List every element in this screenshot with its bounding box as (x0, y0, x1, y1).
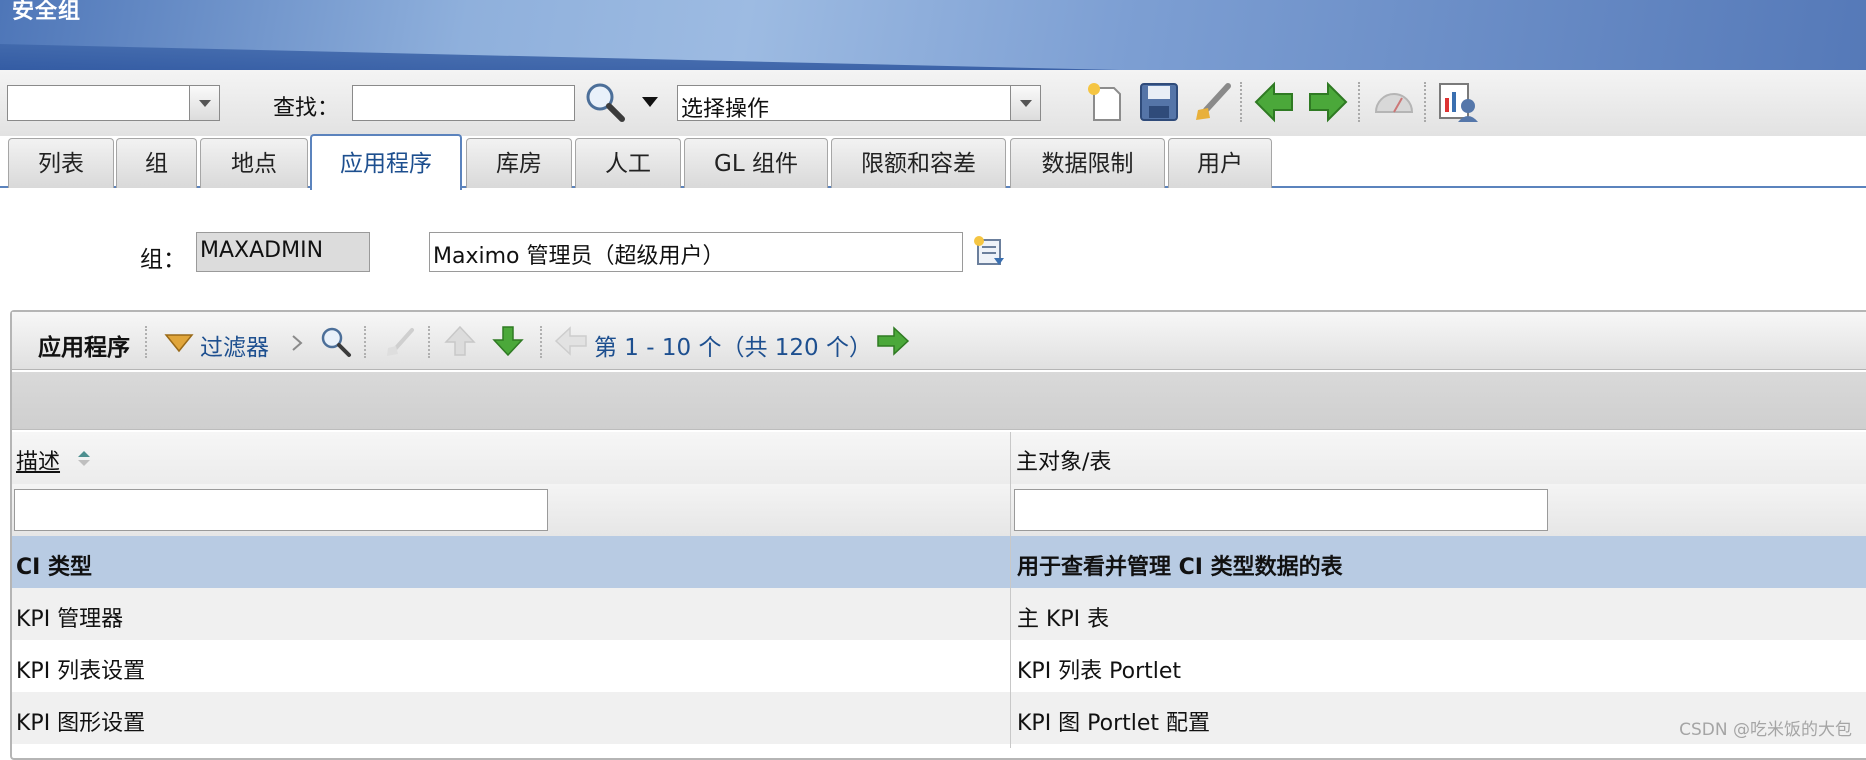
find-input[interactable] (352, 85, 575, 121)
tab-labor[interactable]: 人工 (575, 138, 681, 188)
select-action-dropdown[interactable]: 选择操作 (677, 85, 1041, 122)
detail-menu-icon[interactable] (972, 234, 1006, 268)
arrow-up-icon (444, 325, 476, 356)
cell-description: KPI 图形设置 (16, 711, 146, 736)
tab-storerooms[interactable]: 库房 (466, 138, 572, 188)
toolbar-separator (145, 326, 147, 358)
tab-applications[interactable]: 应用程序 (310, 134, 462, 190)
table-row[interactable]: KPI 列表设置 KPI 列表 Portlet (12, 640, 1866, 692)
toolbar-separator (1424, 82, 1426, 122)
filter-icon[interactable] (164, 332, 194, 354)
clear-icon[interactable] (1190, 80, 1234, 124)
save-icon[interactable] (1137, 80, 1181, 124)
table-row[interactable]: CI 类型 用于查看并管理 CI 类型数据的表 (12, 536, 1866, 588)
search-icon[interactable] (583, 80, 627, 124)
cell-main-object: KPI 列表 Portlet (1017, 659, 1182, 684)
select-action-value: 选择操作 (681, 97, 770, 122)
new-record-icon[interactable] (1084, 80, 1128, 124)
chevron-down-icon[interactable] (640, 92, 660, 112)
column-header-main-object[interactable]: 主对象/表 (1011, 432, 1866, 484)
tab-users[interactable]: 用户 (1168, 138, 1272, 188)
watermark: CSDN @吃米饭的大包 (1679, 720, 1852, 740)
cell-main-object: KPI 图 Portlet 配置 (1017, 711, 1211, 736)
description-filter-input[interactable] (14, 489, 548, 531)
arrow-left-icon (554, 326, 587, 356)
toolbar-separator (364, 326, 366, 358)
toolbar-separator (1240, 82, 1242, 122)
chevron-right-icon[interactable] (290, 333, 304, 353)
column-header-description[interactable]: 描述 (12, 432, 1010, 484)
arrow-right-icon[interactable] (876, 326, 910, 356)
table-row[interactable]: KPI 图形设置 KPI 图 Portlet 配置 (12, 692, 1866, 744)
arrow-down-icon[interactable] (492, 324, 524, 358)
group-id-field: MAXADMIN (196, 232, 370, 272)
chevron-down-icon[interactable] (189, 86, 219, 120)
tab-data-restrictions[interactable]: 数据限制 (1010, 138, 1165, 188)
main-object-filter-input[interactable] (1014, 489, 1548, 531)
group-description-field[interactable]: Maximo 管理员（超级用户） (429, 232, 963, 272)
group-label: 组： (140, 247, 186, 273)
next-record-icon[interactable] (1306, 80, 1350, 124)
page-title: 安全组 (12, 0, 82, 24)
cell-description: CI 类型 (16, 555, 92, 580)
banner-decoration (0, 44, 1120, 70)
search-icon[interactable] (318, 324, 352, 358)
toolbar-separator (540, 326, 542, 358)
cell-description: KPI 管理器 (16, 607, 124, 632)
clear-icon (387, 328, 414, 356)
previous-record-icon[interactable] (1252, 80, 1296, 124)
gauge-icon (1374, 93, 1414, 113)
query-select[interactable] (7, 85, 220, 121)
tab-gl-components[interactable]: GL 组件 (684, 138, 828, 188)
cell-main-object: 用于查看并管理 CI 类型数据的表 (1017, 555, 1343, 580)
chevron-down-icon[interactable] (1010, 86, 1040, 120)
table-band (12, 372, 1866, 430)
column-divider (1010, 432, 1011, 748)
tab-list[interactable]: 列表 (8, 138, 114, 188)
tab-limits-tolerances[interactable]: 限额和容差 (831, 138, 1006, 188)
sort-ascending-icon[interactable] (78, 451, 90, 457)
toolbar-separator (428, 326, 430, 358)
sort-descending-icon[interactable] (78, 460, 90, 466)
tab-locations[interactable]: 地点 (200, 138, 308, 188)
paging-text: 第 1 - 10 个（共 120 个） (594, 335, 872, 361)
filter-link[interactable]: 过滤器 (200, 328, 269, 362)
report-icon[interactable] (1436, 80, 1480, 124)
toolbar-separator (1358, 82, 1360, 122)
tab-group[interactable]: 组 (116, 138, 197, 188)
table-title: 应用程序 (38, 335, 130, 361)
cell-description: KPI 列表设置 (16, 659, 146, 684)
column-label-main-object: 主对象/表 (1016, 450, 1112, 475)
find-label: 查找： (273, 96, 340, 121)
title-banner: 安全组 (0, 0, 1866, 70)
cell-main-object: 主 KPI 表 (1017, 607, 1110, 632)
column-label-description[interactable]: 描述 (16, 444, 60, 476)
table-row[interactable]: KPI 管理器 主 KPI 表 (12, 588, 1866, 640)
